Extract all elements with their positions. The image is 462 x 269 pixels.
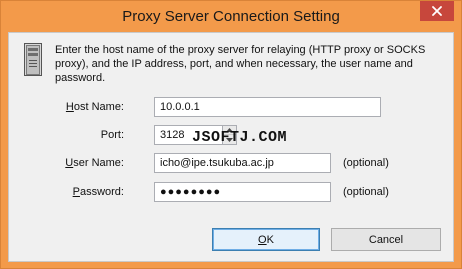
password-input[interactable]: ●●●●●●●● <box>154 182 331 202</box>
password-optional-hint: (optional) <box>343 186 389 198</box>
user-name-label-text: ser Name: <box>73 157 124 169</box>
title-bar[interactable]: Proxy Server Connection Setting <box>1 1 461 32</box>
ok-button-text: K <box>266 233 274 246</box>
password-label: Password: <box>9 186 124 198</box>
host-name-input[interactable]: 10.0.0.1 <box>154 97 381 117</box>
dialog-body: Enter the host name of the proxy server … <box>8 32 454 262</box>
host-name-label-text: ost Name: <box>73 101 124 113</box>
dialog-description: Enter the host name of the proxy server … <box>55 44 426 84</box>
port-value: 3128 <box>160 129 185 141</box>
password-label-mnemonic: P <box>72 186 80 198</box>
computer-tower-icon <box>24 43 42 76</box>
window-title: Proxy Server Connection Setting <box>122 8 340 25</box>
proxy-settings-dialog: Proxy Server Connection Setting Enter th… <box>0 0 462 269</box>
cancel-button[interactable]: Cancel <box>331 228 441 251</box>
port-label: Port: <box>100 129 124 141</box>
watermark-text: JSOFTJ.COM <box>192 129 288 146</box>
close-icon <box>432 6 442 16</box>
close-button[interactable] <box>420 1 454 21</box>
user-name-label: User Name: <box>9 157 124 169</box>
host-name-label: Host Name: <box>9 101 124 113</box>
ok-button-mnemonic: O <box>258 233 267 246</box>
host-name-label-mnemonic: H <box>65 101 74 113</box>
user-name-input[interactable]: icho@ipe.tsukuba.ac.jp <box>154 153 331 173</box>
ok-button[interactable]: OK <box>212 228 320 251</box>
password-label-text: assword: <box>79 186 124 198</box>
user-name-optional-hint: (optional) <box>343 157 389 169</box>
